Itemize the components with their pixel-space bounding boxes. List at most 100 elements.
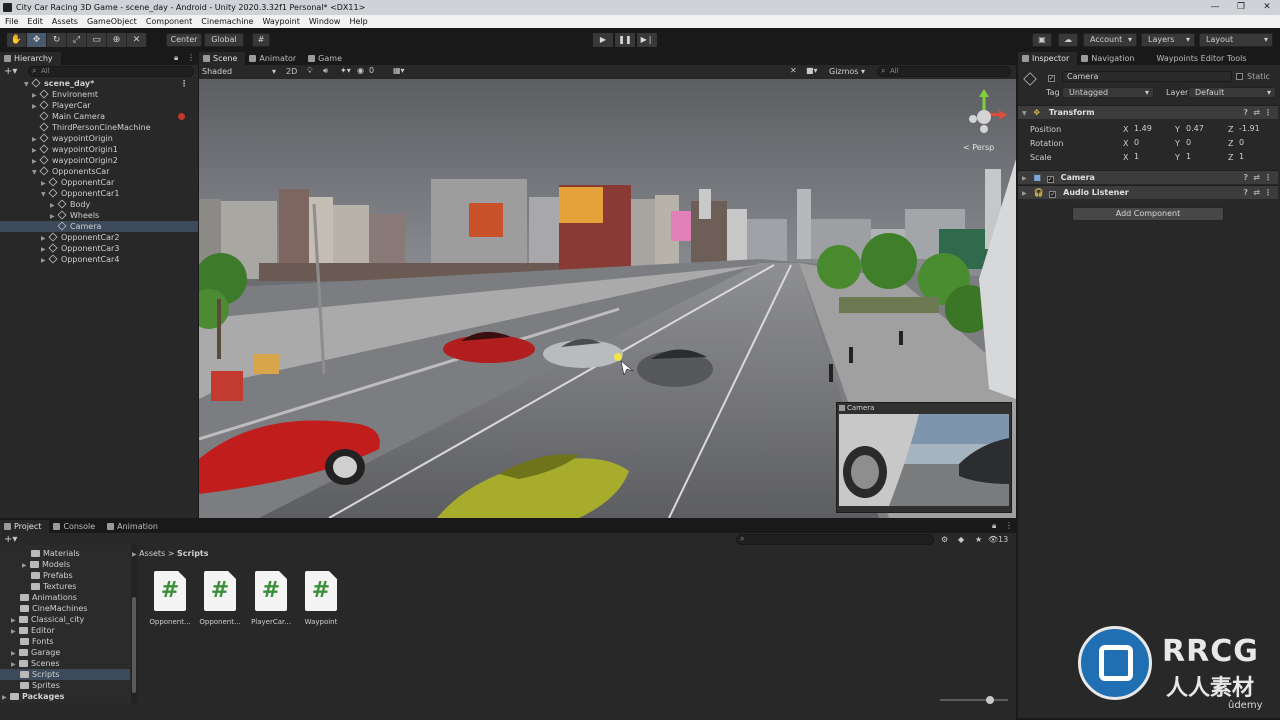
lighting-toggle-icon[interactable]: 💡︎ [307,66,313,76]
gizmos-dropdown[interactable]: Gizmos ▾ [829,66,865,78]
folder-item[interactable]: CineMachines [0,603,130,614]
folder-item[interactable]: Prefabs [0,570,130,581]
scale-z-label[interactable]: Z [1228,151,1233,164]
help-icon[interactable]: ? [1243,171,1248,185]
scale-y-field[interactable]: 1 [1182,152,1224,163]
folder-item-selected[interactable]: Scripts [0,669,130,680]
search-by-label-icon[interactable]: ◆ [958,535,964,544]
script-asset[interactable]: # Waypoint [299,571,343,626]
shading-mode-dropdown[interactable]: Shaded ▾ [202,66,278,78]
play-button-icon[interactable]: ▶ [593,33,613,47]
scene-root-row[interactable]: ▼ scene_day* ⋮ [0,78,198,89]
presets-icon[interactable]: ⇄ [1253,171,1260,185]
folder-tree-scrollbar[interactable] [131,545,137,703]
scale-x-label[interactable]: X [1123,151,1128,164]
breadcrumb-scripts[interactable]: Scripts [177,549,209,558]
cloud-icon[interactable]: ☁ [1058,33,1078,47]
packages-root[interactable]: ▶ Packages [0,691,130,702]
folder-item[interactable]: ▶ Models [0,559,130,570]
rotation-y-label[interactable]: Y [1175,137,1180,150]
hierarchy-item[interactable]: ▶ waypointOrigin2 [0,155,198,166]
icon-size-slider[interactable] [940,696,1008,704]
tab-scene[interactable]: Scene [199,52,246,65]
menu-component[interactable]: Component [146,17,192,26]
layers-dropdown[interactable]: Layers [1141,33,1195,47]
hierarchy-item[interactable]: ▶ Environemt [0,89,198,100]
position-x-field[interactable]: 1.49 [1130,124,1172,135]
breadcrumb-assets[interactable]: Assets [139,549,165,558]
hierarchy-search-input[interactable]: All [28,66,194,77]
folder-item[interactable]: ▶ Garage [0,647,130,658]
move-tool-icon[interactable]: ✥ [27,33,47,47]
hand-tool-icon[interactable]: ✋ [7,33,27,47]
project-search-input[interactable] [736,534,934,545]
pivot-center-button[interactable]: Center [166,33,202,47]
panel-menu-icon[interactable]: ⋮ [1005,521,1013,530]
menu-assets[interactable]: Assets [52,17,78,26]
add-object-icon[interactable]: +▾ [4,66,17,77]
scene-search-input[interactable]: All [877,66,1011,77]
scene-viewport[interactable]: < Persp Camera [199,79,1016,518]
layer-dropdown[interactable]: Default [1188,87,1276,98]
folder-item[interactable]: ▶ Editor [0,625,130,636]
tab-console[interactable]: Console [49,520,103,533]
presets-icon[interactable]: ⇄ [1253,106,1260,120]
scale-y-label[interactable]: Y [1175,151,1180,164]
audio-listener-enabled-toggle[interactable]: ✓ [1049,191,1057,198]
tools-icon[interactable]: ✕ [790,66,797,75]
lock-icon[interactable]: 🔒︎ [992,521,996,531]
position-y-field[interactable]: 0.47 [1182,124,1224,135]
close-button[interactable]: ✕ [1254,0,1280,15]
hierarchy-item-selected[interactable]: Camera [0,221,198,232]
tab-project[interactable]: Project [0,520,50,533]
object-name-field[interactable]: Camera [1062,71,1232,82]
step-button-icon[interactable]: ▶❘ [637,33,657,47]
folder-item[interactable]: ▶ Scenes [0,658,130,669]
script-asset[interactable]: # Opponent... [198,571,242,626]
grid-snap-icon[interactable]: # [252,33,270,47]
2d-toggle-button[interactable]: 2D [286,66,297,78]
layout-dropdown[interactable]: Layout [1199,33,1273,47]
position-x-label[interactable]: X [1123,123,1128,136]
rotation-x-label[interactable]: X [1123,137,1128,150]
pause-button-icon[interactable]: ❚❚ [615,33,635,47]
tab-waypoints-editor-tools[interactable]: Waypoints Editor Tools [1142,52,1254,65]
maximize-button[interactable]: ❐ [1228,0,1254,15]
rotation-z-field[interactable]: 0 [1235,138,1275,149]
scale-tool-icon[interactable]: ⤢ [67,33,87,47]
hierarchy-item[interactable]: ▶ PlayerCar [0,100,198,111]
component-menu-icon[interactable]: ⋮ [1264,171,1272,185]
menu-edit[interactable]: Edit [27,17,43,26]
menu-file[interactable]: File [5,17,18,26]
custom-tool-icon[interactable]: ✕ [127,33,147,47]
audio-listener-header[interactable]: ▶ 🎧︎ ✓ Audio Listener ? ⇄ ⋮ [1018,185,1278,199]
rotation-x-field[interactable]: 0 [1130,138,1172,149]
tag-dropdown[interactable]: Untagged [1062,87,1154,98]
hierarchy-item[interactable]: ▶ Wheels [0,210,198,221]
scale-z-field[interactable]: 1 [1235,152,1275,163]
collab-icon[interactable]: ▣ [1032,33,1052,47]
static-toggle[interactable]: Static [1236,70,1270,83]
component-menu-icon[interactable]: ⋮ [1264,186,1272,200]
folder-item[interactable]: Fonts [0,636,130,647]
hierarchy-item[interactable]: ▶ waypointOrigin [0,133,198,144]
scene-visibility-icon[interactable]: ◉ [357,66,364,75]
grid-toggle-icon[interactable]: ▦▾ [393,66,405,75]
tab-animator[interactable]: Animator [245,52,304,65]
active-toggle[interactable]: ✓ [1048,70,1059,83]
presets-icon[interactable]: ⇄ [1253,186,1260,200]
hierarchy-item[interactable]: ▶ Body [0,199,198,210]
hierarchy-item[interactable]: ThirdPersonCineMachine [0,122,198,133]
effects-toggle-icon[interactable]: ✦▾ [340,66,351,75]
lock-icon[interactable]: 🔒︎ [174,53,178,63]
hierarchy-item[interactable]: ▶ waypointOrigin1 [0,144,198,155]
folder-item[interactable]: Animations [0,592,130,603]
tab-animation[interactable]: Animation [103,520,166,533]
position-z-field[interactable]: -1.91 [1235,124,1275,135]
menu-gameobject[interactable]: GameObject [87,17,137,26]
hierarchy-item[interactable]: Main Camera [0,111,198,122]
panel-menu-icon[interactable]: ⋮ [187,53,195,62]
position-y-label[interactable]: Y [1175,123,1180,136]
rotation-y-field[interactable]: 0 [1182,138,1224,149]
menu-cinemachine[interactable]: Cinemachine [201,17,253,26]
